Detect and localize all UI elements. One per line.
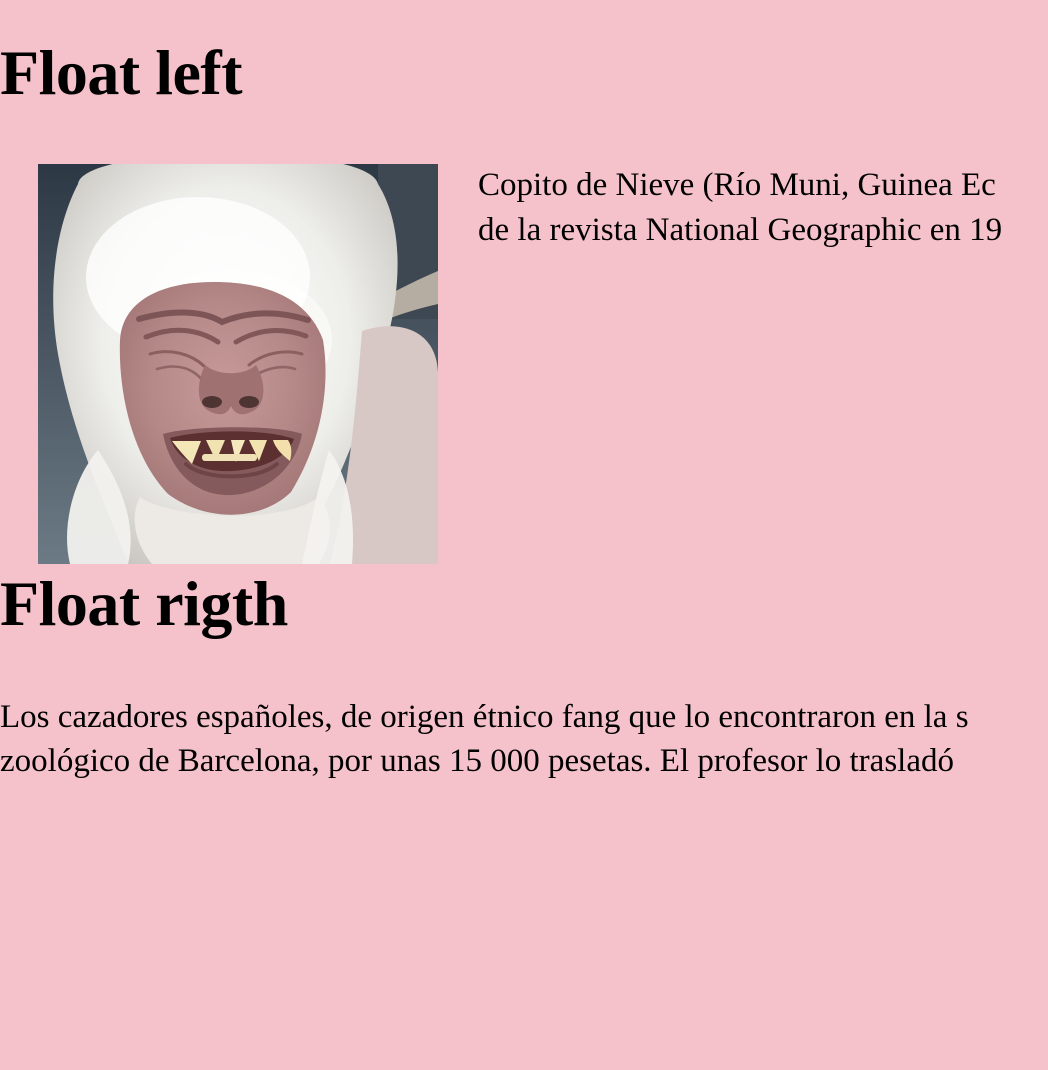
float-left-paragraph-line-1: Copito de Nieve (Río Muni, Guinea Ec xyxy=(478,167,996,203)
gorilla-photo xyxy=(38,164,438,564)
float-right-heading: Float rigth xyxy=(0,568,288,639)
gorilla-image xyxy=(38,164,438,564)
float-right-paragraph-line-1: Los cazadores españoles, de origen étnic… xyxy=(0,699,969,735)
float-left-paragraph-line-2: de la revista National Geographic en 19 xyxy=(478,212,1003,248)
float-left-heading: Float left xyxy=(0,37,243,108)
float-right-paragraph-line-2: zoológico de Barcelona, por unas 15 000 … xyxy=(0,743,954,779)
page: Float left Copito de Nieve (Río Muni, Gu… xyxy=(0,0,1048,1070)
